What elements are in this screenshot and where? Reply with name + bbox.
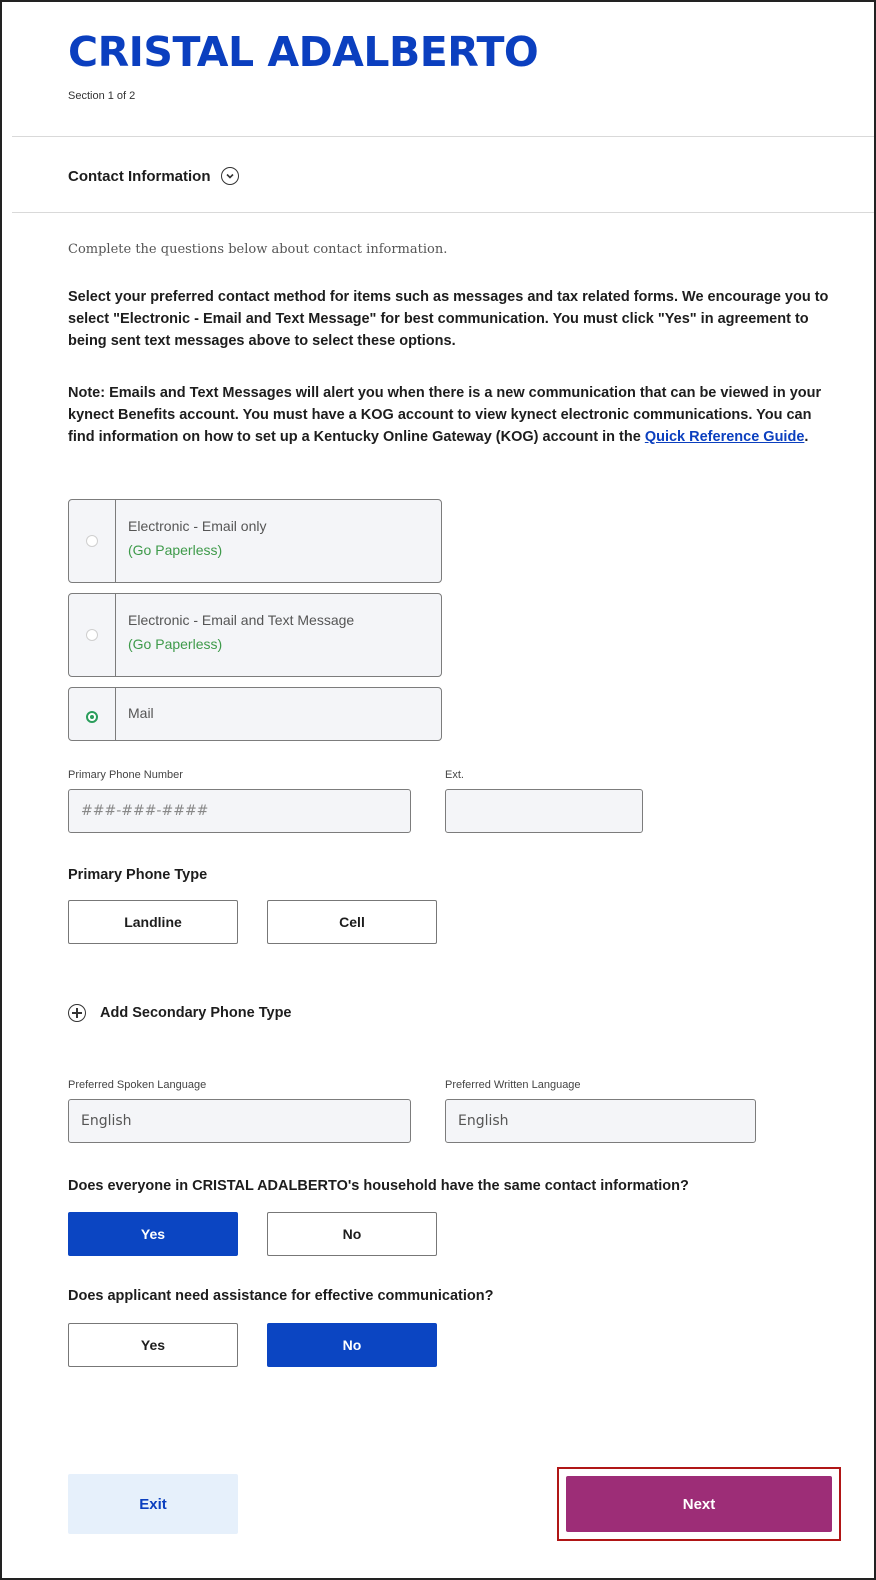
exit-button[interactable]: Exit bbox=[68, 1474, 238, 1534]
spoken-language-select[interactable]: English bbox=[68, 1099, 411, 1143]
option-sublabel: (Go Paperless) bbox=[128, 542, 223, 558]
divider bbox=[12, 136, 874, 137]
ext-input[interactable] bbox=[445, 789, 643, 833]
next-highlight: Next bbox=[557, 1467, 841, 1541]
phone-type-label: Primary Phone Type bbox=[68, 867, 208, 883]
phone-label: Primary Phone Number bbox=[68, 769, 183, 781]
instructions-text: Select your preferred contact method for… bbox=[68, 289, 829, 349]
section-toggle[interactable]: Contact Information bbox=[68, 164, 239, 188]
section-title: Contact Information bbox=[68, 167, 211, 185]
option-text: Mail bbox=[116, 688, 166, 740]
household-yes-button[interactable]: Yes bbox=[68, 1212, 238, 1256]
contact-option-email-text[interactable]: Electronic - Email and Text Message (Go … bbox=[68, 593, 442, 677]
assistance-question: Does applicant need assistance for effec… bbox=[68, 1288, 494, 1304]
section-indicator: Section 1 of 2 bbox=[68, 90, 136, 102]
household-question: Does everyone in CRISTAL ADALBERTO's hou… bbox=[68, 1178, 689, 1194]
add-secondary-phone[interactable]: Add Secondary Phone Type bbox=[68, 1004, 292, 1022]
option-label: Mail bbox=[128, 705, 154, 721]
contact-option-email[interactable]: Electronic - Email only (Go Paperless) bbox=[68, 499, 442, 583]
assistance-no-button[interactable]: No bbox=[267, 1323, 437, 1367]
radio-email[interactable] bbox=[86, 535, 98, 547]
phone-input[interactable]: ###-###-#### bbox=[68, 789, 411, 833]
landline-button[interactable]: Landline bbox=[68, 900, 238, 944]
option-sublabel: (Go Paperless) bbox=[128, 636, 223, 652]
option-text: Electronic - Email and Text Message (Go … bbox=[116, 594, 366, 676]
quick-reference-guide-link[interactable]: Quick Reference Guide bbox=[645, 429, 805, 445]
radio-cell bbox=[69, 594, 116, 676]
note-text: Note: Emails and Text Messages will aler… bbox=[68, 382, 838, 448]
radio-email-text[interactable] bbox=[86, 629, 98, 641]
plus-circle-icon[interactable] bbox=[68, 1004, 86, 1022]
written-language-select[interactable]: English bbox=[445, 1099, 756, 1143]
option-text: Electronic - Email only (Go Paperless) bbox=[116, 500, 279, 582]
contact-option-mail[interactable]: Mail bbox=[68, 687, 442, 741]
radio-cell bbox=[69, 688, 116, 740]
cell-button[interactable]: Cell bbox=[267, 900, 437, 944]
chevron-down-icon[interactable] bbox=[220, 167, 239, 185]
spoken-language-label: Preferred Spoken Language bbox=[68, 1079, 207, 1091]
intro-text: Complete the questions below about conta… bbox=[68, 242, 448, 257]
option-label: Electronic - Email only bbox=[128, 518, 267, 534]
next-button[interactable]: Next bbox=[566, 1476, 832, 1532]
radio-mail[interactable] bbox=[86, 711, 98, 723]
option-label: Electronic - Email and Text Message bbox=[128, 612, 355, 628]
ext-label: Ext. bbox=[445, 769, 464, 781]
radio-cell bbox=[69, 500, 116, 582]
applicant-name-title: CRISTAL ADALBERTO bbox=[68, 28, 539, 76]
page-frame: CRISTAL ADALBERTO Section 1 of 2 Contact… bbox=[0, 0, 876, 1580]
divider bbox=[12, 212, 874, 213]
household-no-button[interactable]: No bbox=[267, 1212, 437, 1256]
add-secondary-label: Add Secondary Phone Type bbox=[100, 1005, 292, 1021]
assistance-yes-button[interactable]: Yes bbox=[68, 1323, 238, 1367]
note-end: . bbox=[804, 429, 809, 445]
written-language-label: Preferred Written Language bbox=[445, 1079, 581, 1091]
